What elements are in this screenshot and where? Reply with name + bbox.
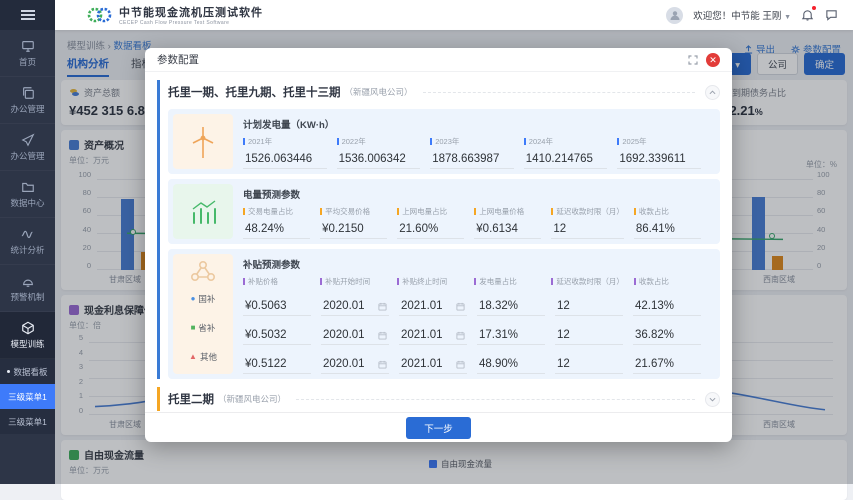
cube-icon xyxy=(21,321,35,335)
panel-planned-generation: 计划发电量（KW·h） 2021年1526.063446 2022年1536.0… xyxy=(168,109,720,174)
plan-2024-input[interactable]: 1410.214765 xyxy=(524,149,608,169)
national-gen-ratio-input[interactable]: 18.32% xyxy=(477,297,545,316)
plan-2022-input[interactable]: 1536.006342 xyxy=(337,149,421,169)
other-delay-input[interactable]: 12 xyxy=(555,355,623,374)
modal-title: 参数配置 xyxy=(157,52,199,67)
user-menu[interactable]: 欢迎您！中节能 王刚 ▼ xyxy=(693,8,791,22)
calendar-icon xyxy=(378,302,387,311)
delay-months-input[interactable]: 12 xyxy=(551,219,624,239)
message-icon[interactable] xyxy=(825,8,839,22)
app-title: 中节能现金流机压测试软件 xyxy=(119,4,263,20)
sidebar-item-model-training[interactable]: 模型训练 xyxy=(0,312,55,359)
sidebar-item-office-2[interactable]: 办公管理 xyxy=(0,124,55,171)
stats-wave-icon xyxy=(21,227,35,241)
sidebar-subitem-dashboard[interactable]: 数据看板 xyxy=(0,359,55,384)
maximize-icon[interactable] xyxy=(688,55,698,65)
sidebar-subitem-menu1-active[interactable]: 三级菜单1 xyxy=(0,384,55,409)
provincial-subsidy-icon: ■ xyxy=(191,323,196,332)
close-icon[interactable]: ✕ xyxy=(706,53,720,67)
sidebar-item-alert[interactable]: 预警机制 xyxy=(0,265,55,312)
collapse-up-icon[interactable] xyxy=(705,85,720,100)
logo-icon xyxy=(87,6,113,24)
home-monitor-icon xyxy=(21,39,35,53)
app-subtitle: CECEP Cash Flow Pressure Test Software xyxy=(119,20,263,26)
param-config-modal: 参数配置 ✕ 托里一期、托里九期、托里十三期 （新疆风电公司） xyxy=(145,48,732,442)
bullet-icon xyxy=(7,370,10,373)
other-price-input[interactable]: ¥0.5122 xyxy=(243,355,311,374)
section-title: 托里一期、托里九期、托里十三期 xyxy=(168,84,341,100)
provincial-delay-input[interactable]: 12 xyxy=(555,326,623,345)
provincial-gen-ratio-input[interactable]: 17.31% xyxy=(477,326,545,345)
network-icon xyxy=(190,259,216,283)
alarm-icon xyxy=(21,274,35,288)
calendar-icon xyxy=(456,331,465,340)
next-step-button[interactable]: 下一步 xyxy=(406,417,471,439)
national-price-input[interactable]: ¥0.5063 xyxy=(243,297,311,316)
other-gen-ratio-input[interactable]: 48.90% xyxy=(477,355,545,374)
subsidy-row-national: ¥0.5063 2020.01 2021.01 18.32% 12 42.13% xyxy=(243,287,711,316)
top-header: 中节能现金流机压测试软件 CECEP Cash Flow Pressure Te… xyxy=(55,0,853,30)
provincial-price-input[interactable]: ¥0.5032 xyxy=(243,326,311,345)
collection-ratio-input[interactable]: 86.41% xyxy=(634,219,701,239)
other-start-date-input[interactable]: 2020.01 xyxy=(321,355,389,374)
bar-chart-growth-icon xyxy=(188,197,218,227)
sidebar: 首页 办公管理 办公管理 数据中心 统计分析 预警机制 模型训练 数据看板 三级… xyxy=(0,0,55,484)
other-subsidy-icon: ▲ xyxy=(189,352,197,361)
sidebar-item-datacenter[interactable]: 数据中心 xyxy=(0,171,55,218)
other-collect-ratio-input[interactable]: 21.67% xyxy=(633,355,701,374)
other-end-date-input[interactable]: 2021.01 xyxy=(399,355,467,374)
copy-icon xyxy=(21,86,35,100)
collapse-down-icon[interactable] xyxy=(705,392,720,407)
plan-2023-input[interactable]: 1878.663987 xyxy=(430,149,514,169)
provincial-end-date-input[interactable]: 2021.01 xyxy=(399,326,467,345)
send-icon xyxy=(21,133,35,147)
provincial-collect-ratio-input[interactable]: 36.82% xyxy=(633,326,701,345)
row-label-provincial: ■省补 xyxy=(191,313,216,342)
national-subsidy-icon: ● xyxy=(191,294,196,303)
national-end-date-input[interactable]: 2021.01 xyxy=(399,297,467,316)
sidebar-item-home[interactable]: 首页 xyxy=(0,30,55,77)
notification-badge xyxy=(812,6,816,10)
plan-2021-input[interactable]: 1526.063446 xyxy=(243,149,327,169)
subsidy-row-provincial: ¥0.5032 2020.01 2021.01 17.31% 12 36.82% xyxy=(243,316,711,345)
section-tuoli-2: 托里二期 （新疆风电公司） xyxy=(157,387,720,411)
calendar-icon xyxy=(456,360,465,369)
section-title: 托里二期 xyxy=(168,391,214,407)
sidebar-item-stats[interactable]: 统计分析 xyxy=(0,218,55,265)
notification-bell-icon[interactable] xyxy=(801,8,815,22)
row-label-other: ▲其他 xyxy=(189,342,217,371)
sidebar-subitem-menu1[interactable]: 三级菜单1 xyxy=(0,409,55,434)
national-start-date-input[interactable]: 2020.01 xyxy=(321,297,389,316)
calendar-icon xyxy=(456,302,465,311)
plan-2025-input[interactable]: 1692.339611 xyxy=(617,149,701,169)
section-tuoli-1-9-13: 托里一期、托里九期、托里十三期 （新疆风电公司） 计划发电量（KW·h） xyxy=(157,80,720,379)
subsidy-row-other: ¥0.5122 2020.01 2021.01 48.90% 12 21.67% xyxy=(243,345,711,374)
folder-icon xyxy=(21,180,35,194)
grid-power-ratio-input[interactable]: 21.60% xyxy=(397,219,464,239)
trade-power-ratio-input[interactable]: 48.24% xyxy=(243,219,310,239)
wind-turbine-icon xyxy=(188,124,218,160)
provincial-start-date-input[interactable]: 2020.01 xyxy=(321,326,389,345)
panel-power-forecast: 电量预测参数 交易电量占比48.24% 平均交易价格¥0.2150 上网电量占比… xyxy=(168,179,720,244)
avg-trade-price-input[interactable]: ¥0.2150 xyxy=(320,219,387,239)
calendar-icon xyxy=(378,331,387,340)
app-logo: 中节能现金流机压测试软件 CECEP Cash Flow Pressure Te… xyxy=(87,4,263,26)
sidebar-item-office-1[interactable]: 办公管理 xyxy=(0,77,55,124)
calendar-icon xyxy=(378,360,387,369)
avatar[interactable] xyxy=(666,7,683,24)
caret-down-icon: ▼ xyxy=(784,14,791,21)
panel-subsidy-forecast: ●国补 ■省补 ▲其他 补贴预测参数 补贴价格 补贴开始时间 补贴终止时间 发电… xyxy=(168,249,720,379)
hamburger-menu-icon[interactable] xyxy=(0,0,55,30)
national-delay-input[interactable]: 12 xyxy=(555,297,623,316)
national-collect-ratio-input[interactable]: 42.13% xyxy=(633,297,701,316)
grid-power-price-input[interactable]: ¥0.6134 xyxy=(474,219,541,239)
row-label-national: ●国补 xyxy=(191,284,216,313)
